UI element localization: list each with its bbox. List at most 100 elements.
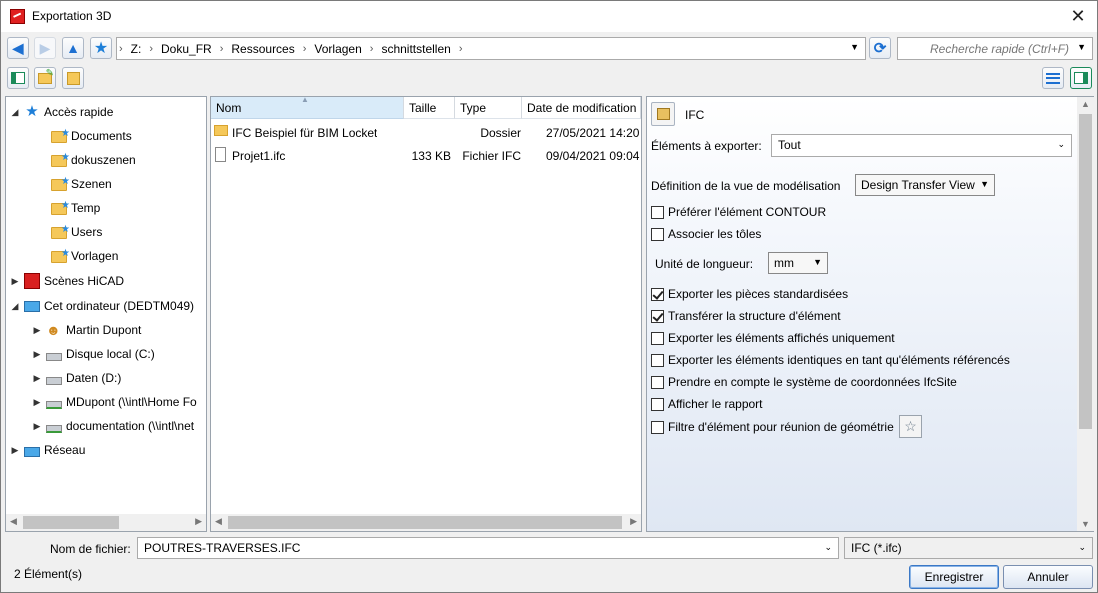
table-row[interactable]: Projet1.ifc 133 KB Fichier IFC 09/04/202… <box>211 144 641 166</box>
tree-label: Disque local (C:) <box>66 347 155 361</box>
drive-icon <box>46 352 62 361</box>
checkbox[interactable] <box>651 227 664 241</box>
chevron-down-icon[interactable]: ⌄ <box>824 542 832 553</box>
checkbox[interactable] <box>651 420 664 434</box>
expand-right-icon[interactable]: ▶ <box>10 445 20 456</box>
expand-down-icon[interactable]: ◢ <box>10 301 20 312</box>
scroll-left-icon[interactable]: ◀ <box>215 516 222 527</box>
unit-select[interactable]: mm ▼ <box>768 252 828 274</box>
tree-item-szenen[interactable]: Szenen <box>51 173 112 195</box>
tree-item-disque-local[interactable]: ▶ Disque local (C:) <box>32 343 155 365</box>
tree-item-reseau[interactable]: ▶ Réseau <box>10 439 86 461</box>
forward-button[interactable]: ▶ <box>34 37 56 59</box>
column-header-size[interactable]: Taille <box>404 97 455 119</box>
option-transfer-structure[interactable]: Transférer la structure d'élément <box>651 309 841 323</box>
up-arrow-icon: ▲ <box>66 40 80 56</box>
file-icon <box>215 147 226 162</box>
option-associate-sheets[interactable]: Associer les tôles <box>651 227 761 241</box>
breadcrumb-vorlagen[interactable]: Vorlagen <box>308 42 367 56</box>
scroll-right-icon[interactable]: ▶ <box>195 516 202 527</box>
breadcrumb-doku[interactable]: Doku_FR <box>155 42 218 56</box>
tree-item-mdupont[interactable]: ▶ MDupont (\\intl\Home Fo <box>32 391 204 413</box>
checkbox[interactable] <box>651 205 664 219</box>
chevron-right-icon: › <box>369 42 374 55</box>
tree-horizontal-scrollbar[interactable]: ◀ ▶ <box>6 514 206 531</box>
favorites-button[interactable]: ★ <box>90 37 112 59</box>
checkbox[interactable] <box>651 331 664 345</box>
tree-item-quick-access[interactable]: ◢ ★ Accès rapide <box>10 101 114 123</box>
column-header-type[interactable]: Type <box>455 97 522 119</box>
chevron-down-icon[interactable]: ▼ <box>1077 42 1086 52</box>
option-export-visible-only[interactable]: Exporter les éléments affichés uniquemen… <box>651 331 895 345</box>
expand-right-icon[interactable]: ▶ <box>32 373 42 384</box>
filter-star-button[interactable]: ☆ <box>899 415 922 438</box>
scroll-thumb[interactable] <box>1079 114 1092 429</box>
filetype-select[interactable]: IFC (*.ifc) ⌄ <box>844 537 1093 559</box>
tree-item-martin-dupont[interactable]: ▶ ☻ Martin Dupont <box>32 319 142 341</box>
tree-item-vorlagen[interactable]: Vorlagen <box>51 245 118 267</box>
address-bar[interactable]: › Z: › Doku_FR › Ressources › Vorlagen ›… <box>116 37 866 60</box>
expand-right-icon[interactable]: ▶ <box>10 276 20 287</box>
scroll-down-icon[interactable]: ▼ <box>1081 519 1090 529</box>
up-button[interactable]: ▲ <box>62 37 84 59</box>
column-header-name[interactable]: Nom ▲ <box>211 97 404 119</box>
column-label: Taille <box>409 101 437 115</box>
tree-item-computer[interactable]: ◢ Cet ordinateur (DEDTM049) <box>10 295 195 317</box>
files-horizontal-scrollbar[interactable]: ◀ ▶ <box>211 514 641 531</box>
option-ifcsite-coordinates[interactable]: Prendre en compte le système de coordonn… <box>651 375 957 389</box>
checkbox[interactable] <box>651 375 664 389</box>
new-folder-button[interactable]: ✎ <box>34 67 56 89</box>
computer-icon <box>24 301 40 312</box>
expand-down-icon[interactable]: ◢ <box>10 107 20 118</box>
back-button[interactable]: ◀ <box>7 37 29 59</box>
save-button[interactable]: Enregistrer <box>909 565 999 589</box>
scroll-right-icon[interactable]: ▶ <box>630 516 637 527</box>
option-label: Afficher le rapport <box>668 397 763 411</box>
ifc-format-button[interactable] <box>651 102 675 126</box>
column-header-date[interactable]: Date de modification <box>522 97 641 119</box>
expand-right-icon[interactable]: ▶ <box>32 397 42 408</box>
checkbox[interactable] <box>651 397 664 411</box>
options-vertical-scrollbar[interactable]: ▲ ▼ <box>1077 97 1094 531</box>
folder-button[interactable] <box>62 67 84 89</box>
tree-item-documents[interactable]: Documents <box>51 125 132 147</box>
breadcrumb-schnittstellen[interactable]: schnittstellen <box>375 42 456 56</box>
tree-item-daten[interactable]: ▶ Daten (D:) <box>32 367 122 389</box>
scroll-up-icon[interactable]: ▲ <box>1081 99 1090 109</box>
option-prefer-contour[interactable]: Préférer l'élément CONTOUR <box>651 205 826 219</box>
option-show-report[interactable]: Afficher le rapport <box>651 397 763 411</box>
cancel-button[interactable]: Annuler <box>1003 565 1093 589</box>
pinned-folder-icon <box>51 128 70 143</box>
details-view-button[interactable] <box>1042 67 1064 89</box>
checkbox-checked[interactable] <box>651 287 664 301</box>
table-row[interactable]: IFC Beispiel für BIM Locket Dossier 27/0… <box>211 121 641 143</box>
tree-item-documentation[interactable]: ▶ documentation (\\intl\net <box>32 415 204 437</box>
expand-right-icon[interactable]: ▶ <box>32 421 42 432</box>
option-export-identical-referenced[interactable]: Exporter les éléments identiques en tant… <box>651 353 1010 367</box>
breadcrumb-ressources[interactable]: Ressources <box>225 42 300 56</box>
tree-item-users[interactable]: Users <box>51 221 102 243</box>
view-definition-select[interactable]: Design Transfer View ▼ <box>855 174 995 196</box>
preview-pane-button[interactable] <box>1070 67 1092 89</box>
tree-item-scenes-hicad[interactable]: ▶ Scènes HiCAD <box>10 270 124 292</box>
chevron-down-icon[interactable]: ▼ <box>850 42 859 52</box>
option-export-standard-parts[interactable]: Exporter les pièces standardisées <box>651 287 848 301</box>
toggle-tree-button[interactable] <box>7 67 29 89</box>
tree-item-temp[interactable]: Temp <box>51 197 100 219</box>
filename-input[interactable]: POUTRES-TRAVERSES.IFC ⌄ <box>137 537 839 559</box>
network-icon <box>24 446 40 457</box>
close-button[interactable]: ✕ <box>1067 5 1089 27</box>
scroll-thumb[interactable] <box>228 516 622 529</box>
checkbox[interactable] <box>651 353 664 367</box>
breadcrumb-drive[interactable]: Z: <box>125 42 148 56</box>
option-element-filter[interactable]: Filtre d'élément pour réunion de géométr… <box>651 420 894 434</box>
checkbox-checked[interactable] <box>651 309 664 323</box>
scroll-thumb[interactable] <box>23 516 119 529</box>
expand-right-icon[interactable]: ▶ <box>32 325 42 336</box>
elements-select[interactable]: Tout ⌄ <box>771 134 1072 157</box>
search-input[interactable]: Recherche rapide (Ctrl+F) ▼ <box>897 37 1093 60</box>
refresh-button[interactable]: ⟳ <box>869 37 891 59</box>
expand-right-icon[interactable]: ▶ <box>32 349 42 360</box>
tree-item-dokuszenen[interactable]: dokuszenen <box>51 149 136 171</box>
scroll-left-icon[interactable]: ◀ <box>10 516 17 527</box>
